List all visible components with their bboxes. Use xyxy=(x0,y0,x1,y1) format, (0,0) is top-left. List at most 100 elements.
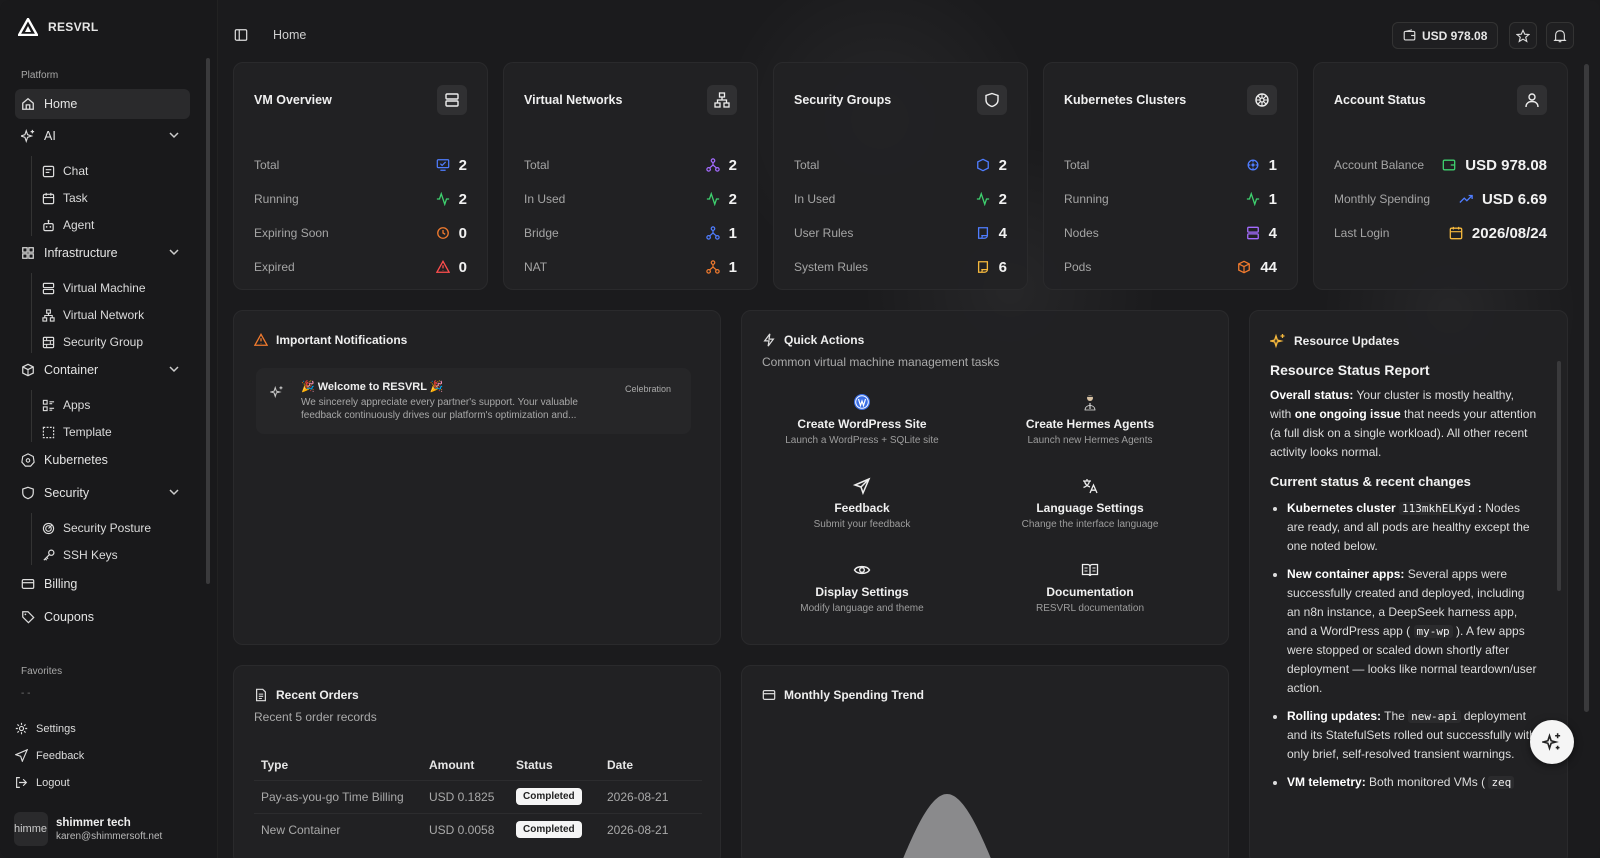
stat-value: 2026/08/24 xyxy=(1449,225,1547,242)
notification-title: 🎉 Welcome to RESVRL 🎉 xyxy=(301,381,444,393)
order-date: 2026-08-21 xyxy=(607,812,702,846)
sidebar-item-security-posture[interactable]: Security Posture xyxy=(42,516,151,540)
wordpress-icon xyxy=(854,394,870,410)
kubernetes-icon xyxy=(1247,159,1259,171)
sidebar-item-label: Home xyxy=(44,97,78,111)
sidebar-item-chat[interactable]: Chat xyxy=(42,159,88,183)
favorite-button[interactable] xyxy=(1509,22,1537,49)
credit-card-icon xyxy=(21,579,35,589)
logout-label: Logout xyxy=(36,776,70,789)
sidebar-item-agent[interactable]: Agent xyxy=(42,213,94,237)
item-text: Both monitored VMs ( xyxy=(1369,775,1486,789)
sparkles-icon xyxy=(1542,733,1561,751)
stat-row: Pods 44 xyxy=(1064,257,1277,277)
activity-icon xyxy=(706,192,719,206)
sidebar-item-container[interactable]: Container xyxy=(15,355,190,385)
sidebar-item-task[interactable]: Task xyxy=(42,186,88,210)
stat-label: Last Login xyxy=(1334,226,1390,240)
panel-scrollbar[interactable] xyxy=(1557,361,1561,591)
sidebar-item-infrastructure[interactable]: Infrastructure xyxy=(15,238,190,268)
card-title: Account Status xyxy=(1334,93,1426,107)
spending-area-chart xyxy=(903,794,991,858)
create-hermes-agents-button[interactable]: Create Hermes Agents Launch new Hermes A… xyxy=(985,391,1195,446)
sidebar-item-security[interactable]: Security xyxy=(15,478,190,508)
chevron-down-icon[interactable] xyxy=(168,129,180,141)
balance-button[interactable]: USD 978.08 xyxy=(1392,22,1499,49)
kubernetes-clusters-card[interactable]: Kubernetes Clusters Total 1 Running 1 Node… xyxy=(1043,62,1298,290)
sidebar-item-label: Container xyxy=(44,363,99,377)
sidebar-item-label: Task xyxy=(63,191,88,205)
notification-item[interactable]: 🎉 Welcome to RESVRL 🎉 We sincerely appre… xyxy=(256,368,691,434)
server-icon xyxy=(437,85,467,115)
stat-value: 1 xyxy=(705,225,737,242)
sidebar-item-label: Template xyxy=(63,425,112,439)
stat-number: 2 xyxy=(998,156,1007,174)
report-heading: Resource Status Report xyxy=(1270,362,1430,378)
favorites-empty: - - xyxy=(21,688,31,699)
display-settings-button[interactable]: Display Settings Modify language and the… xyxy=(757,559,967,614)
sidebar-item-apps[interactable]: Apps xyxy=(42,393,90,417)
chevron-down-icon[interactable] xyxy=(168,486,180,498)
sidebar-item-kubernetes[interactable]: Kubernetes xyxy=(15,445,190,475)
sidebar-item-ssh-keys[interactable]: SSH Keys xyxy=(42,543,118,567)
order-amount: USD 0.1825 xyxy=(429,779,516,813)
tree-line xyxy=(31,156,32,236)
home-icon xyxy=(22,97,34,110)
chevron-down-icon[interactable] xyxy=(168,246,180,258)
account-status-card[interactable]: Account Status Account Balance USD 978.08… xyxy=(1313,62,1568,290)
sidebar-item-billing[interactable]: Billing xyxy=(15,569,190,599)
feedback-action-button[interactable]: Feedback Submit your feedback xyxy=(757,475,967,530)
sidebar-item-label: Security Group xyxy=(63,335,144,349)
create-wordpress-site-button[interactable]: Create WordPress Site Launch a WordPress… xyxy=(757,391,967,446)
table-row[interactable]: Pay-as-you-go Time Billing USD 0.1825 Co… xyxy=(254,779,702,813)
section-label-platform: Platform xyxy=(21,70,59,81)
quick-action-title: Language Settings xyxy=(1036,501,1144,515)
sidebar-item-ai[interactable]: AI xyxy=(15,121,190,151)
stat-row: Expired 0 xyxy=(254,257,467,277)
virtual-networks-card[interactable]: Virtual Networks Total 2 In Used 2 Bridge 1… xyxy=(503,62,758,290)
page-scrollbar[interactable] xyxy=(1584,64,1589,712)
stat-row: Total 2 xyxy=(524,155,737,175)
item-label: : xyxy=(1477,501,1482,515)
breadcrumb[interactable]: Home xyxy=(273,28,306,42)
chevron-down-icon[interactable] xyxy=(168,363,180,375)
sidebar-toggle-button[interactable] xyxy=(234,28,248,42)
feedback-link[interactable]: Feedback xyxy=(15,749,84,762)
server-icon xyxy=(1246,226,1259,240)
stat-number: 4 xyxy=(998,224,1007,242)
column-header-type: Type xyxy=(261,757,289,772)
vm-overview-card[interactable]: VM Overview Total 2 Running 2 Expiring Soo… xyxy=(233,62,488,290)
language-settings-button[interactable]: Language Settings Change the interface l… xyxy=(985,475,1195,530)
sidebar-item-coupons[interactable]: Coupons xyxy=(15,602,190,632)
stat-number: 1 xyxy=(1268,156,1277,174)
column-header-date: Date xyxy=(607,757,634,772)
sparkles-icon xyxy=(1270,333,1285,349)
ai-assistant-button[interactable] xyxy=(1530,720,1574,764)
sidebar-item-home[interactable]: Home xyxy=(15,89,190,119)
table-row[interactable]: New Container USD 0.0058 Completed 2026-… xyxy=(254,812,702,846)
quick-action-title: Create Hermes Agents xyxy=(1025,417,1155,431)
settings-link[interactable]: Settings xyxy=(15,722,76,735)
brand-logo[interactable]: RESVRL xyxy=(18,18,98,36)
sidebar-item-template[interactable]: Template xyxy=(42,420,112,444)
quick-action-subtitle: RESVRL documentation xyxy=(1035,603,1145,614)
settings-label: Settings xyxy=(36,722,76,735)
file-text-icon xyxy=(256,688,266,702)
kubernetes-icon xyxy=(1247,85,1277,115)
user-menu[interactable]: himme shimmer tech karen@shimmersoft.net xyxy=(14,812,162,846)
activity-icon xyxy=(1246,192,1259,206)
stat-row: Bridge 1 xyxy=(524,223,737,243)
stat-row: Expiring Soon 0 xyxy=(254,223,467,243)
notifications-button[interactable] xyxy=(1546,22,1574,49)
sidebar-scrollbar[interactable] xyxy=(206,58,210,584)
sidebar-item-virtual-network[interactable]: Virtual Network xyxy=(42,303,144,327)
logout-link[interactable]: Logout xyxy=(15,776,70,789)
sidebar-item-label: Security Posture xyxy=(63,521,152,535)
sidebar-item-security-group[interactable]: Security Group xyxy=(42,330,143,354)
resource-report: Resource Status Report Overall status: Y… xyxy=(1270,361,1538,801)
panel-left-icon xyxy=(234,29,248,41)
sidebar-item-virtual-machine[interactable]: Virtual Machine xyxy=(42,276,146,300)
stat-value: 0 xyxy=(436,225,467,242)
documentation-button[interactable]: Documentation RESVRL documentation xyxy=(985,559,1195,614)
security-groups-card[interactable]: Security Groups Total 2 In Used 2 User Rul… xyxy=(773,62,1028,290)
